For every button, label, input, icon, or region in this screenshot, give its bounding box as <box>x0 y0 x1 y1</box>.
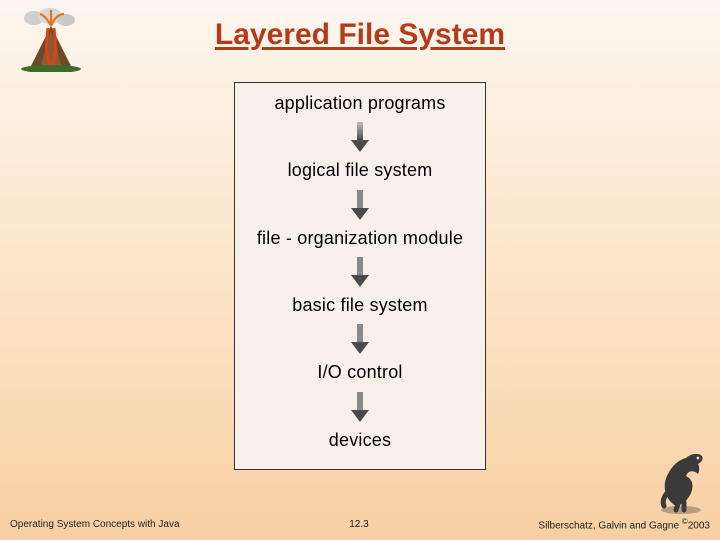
layer-diagram: application programs logical file system… <box>234 82 486 470</box>
layer-file-organization-module: file - organization module <box>257 228 463 249</box>
footer-year: 2003 <box>688 520 710 531</box>
layer-basic-file-system: basic file system <box>292 295 427 316</box>
slide-title: Layered File System <box>0 18 720 52</box>
layer-logical-file-system: logical file system <box>288 160 433 181</box>
arrow-down-icon <box>348 390 372 424</box>
arrow-down-icon <box>348 188 372 222</box>
layer-application-programs: application programs <box>274 93 445 114</box>
layer-io-control: I/O control <box>317 362 402 383</box>
layer-devices: devices <box>329 430 391 451</box>
footer-page-number: 12.3 <box>349 519 368 530</box>
footer-copyright: Silberschatz, Galvin and Gagne ©2003 <box>538 517 710 531</box>
footer-authors: Silberschatz, Galvin and Gagne <box>538 520 681 531</box>
arrow-down-icon <box>348 255 372 289</box>
footer-book-title: Operating System Concepts with Java <box>10 519 180 530</box>
footer: Operating System Concepts with Java 12.3… <box>0 514 720 534</box>
dinosaur-icon <box>654 444 708 514</box>
arrow-down-icon <box>348 120 372 154</box>
arrow-down-icon <box>348 322 372 356</box>
slide: Layered File System application programs… <box>0 0 720 540</box>
